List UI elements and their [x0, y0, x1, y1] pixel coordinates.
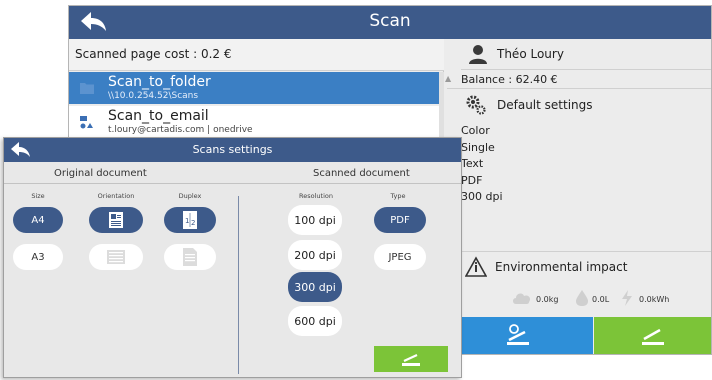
- balance-row: ▲ Balance : 62.40 €: [445, 71, 711, 89]
- user-panel: Théo Loury ▲ Balance : 62.40 € Default s…: [445, 39, 711, 354]
- orientation-column-header: Orientation: [97, 192, 135, 200]
- portrait-page-icon: [109, 212, 123, 228]
- svg-text:1: 1: [185, 217, 189, 225]
- scan-header: Scan: [69, 6, 711, 39]
- scanned-page-cost: Scanned page cost : 0.2 €: [75, 47, 232, 61]
- environment-info-icon: [465, 256, 487, 277]
- landscape-page-icon: [107, 250, 125, 264]
- water-drop-icon: [576, 290, 588, 306]
- original-document-heading: Original document: [54, 168, 147, 179]
- duplex-on-button[interactable]: 1 2: [164, 207, 216, 233]
- confirm-scan-button[interactable]: [374, 346, 448, 372]
- resolution-300-button[interactable]: 300 dpi: [288, 272, 342, 302]
- orientation-portrait-button[interactable]: [89, 207, 143, 233]
- duplex-pages-icon: 1 2: [183, 211, 197, 229]
- duplex-column-header: Duplex: [178, 192, 202, 200]
- environmental-impact-label: Environmental impact: [495, 260, 628, 274]
- size-a3-button[interactable]: A3: [13, 244, 63, 270]
- duplex-off-button[interactable]: [164, 244, 216, 270]
- resolution-column-header: Resolution: [299, 192, 333, 200]
- gear-icon: [466, 95, 486, 115]
- energy-value: 0.0kWh: [639, 295, 670, 304]
- vertical-divider: [238, 196, 239, 374]
- scans-settings-window: Scans settings Original document Scanned…: [3, 137, 462, 378]
- type-pdf-button[interactable]: PDF: [374, 207, 426, 233]
- water-value: 0.0L: [592, 295, 610, 304]
- co2-cloud-icon: [513, 293, 531, 304]
- destination-path: t.loury@cartadis.com | onedrive: [108, 125, 253, 135]
- co2-value: 0.0kg: [536, 295, 559, 304]
- resolution-200-button[interactable]: 200 dpi: [288, 240, 342, 270]
- destination-item-folder[interactable]: Scan_to_folder \\10.0.254.52\Scans: [69, 72, 439, 104]
- balance: Balance : 62.40 €: [461, 73, 558, 86]
- destination-name: Scan_to_folder: [108, 74, 211, 90]
- default-settings-row[interactable]: Default settings: [461, 90, 711, 120]
- default-format: PDF: [461, 173, 483, 187]
- resolution-600-button[interactable]: 600 dpi: [288, 306, 342, 336]
- cost-row: Scanned page cost : 0.2 €: [69, 39, 444, 71]
- environmental-impact-row: Environmental impact: [461, 251, 711, 281]
- size-column-header: Size: [31, 192, 45, 200]
- preview-scan-button[interactable]: [447, 317, 593, 354]
- default-color: Color: [461, 124, 490, 137]
- type-column-header: Type: [390, 192, 406, 200]
- resolution-100-button[interactable]: 100 dpi: [288, 205, 342, 235]
- scan-title: Scan: [369, 11, 411, 31]
- default-mode: Text: [461, 157, 484, 170]
- single-page-icon: [183, 248, 197, 266]
- folder-icon: [80, 83, 94, 94]
- user-name: Théo Loury: [497, 47, 564, 61]
- scroll-up-icon[interactable]: ▲: [445, 74, 451, 83]
- settings-header: Scans settings: [4, 138, 461, 162]
- default-sides: Single: [461, 140, 495, 154]
- start-scan-button[interactable]: [594, 317, 711, 354]
- destination-item-email[interactable]: Scan_to_email t.loury@cartadis.com | one…: [69, 106, 439, 138]
- scanner-icon: [507, 324, 529, 345]
- user-avatar-icon: [469, 45, 487, 64]
- scanner-icon: [642, 328, 664, 345]
- type-jpeg-button[interactable]: JPEG: [374, 244, 426, 270]
- svg-text:2: 2: [191, 219, 195, 227]
- user-row: Théo Loury: [461, 39, 711, 70]
- section-divider: [4, 183, 461, 184]
- scanner-icon: [402, 354, 420, 366]
- scanned-document-heading: Scanned document: [313, 168, 410, 179]
- default-settings-list: Color Single Text PDF 300 dpi: [461, 123, 503, 206]
- email-destination-icon: [80, 116, 93, 129]
- default-resolution: 300 dpi: [461, 190, 503, 203]
- settings-title: Scans settings: [192, 143, 273, 156]
- lightning-icon: [622, 290, 632, 306]
- stage: Scan Scanned page cost : 0.2 € Scan_to_f…: [0, 0, 712, 380]
- destination-path: \\10.0.254.52\Scans: [108, 91, 199, 101]
- default-settings-label: Default settings: [497, 98, 593, 112]
- orientation-landscape-button[interactable]: [89, 244, 143, 270]
- size-a4-button[interactable]: A4: [13, 207, 63, 233]
- destination-name: Scan_to_email: [108, 108, 209, 124]
- impact-metrics: 0.0kg 0.0L 0.0kWh: [511, 289, 711, 311]
